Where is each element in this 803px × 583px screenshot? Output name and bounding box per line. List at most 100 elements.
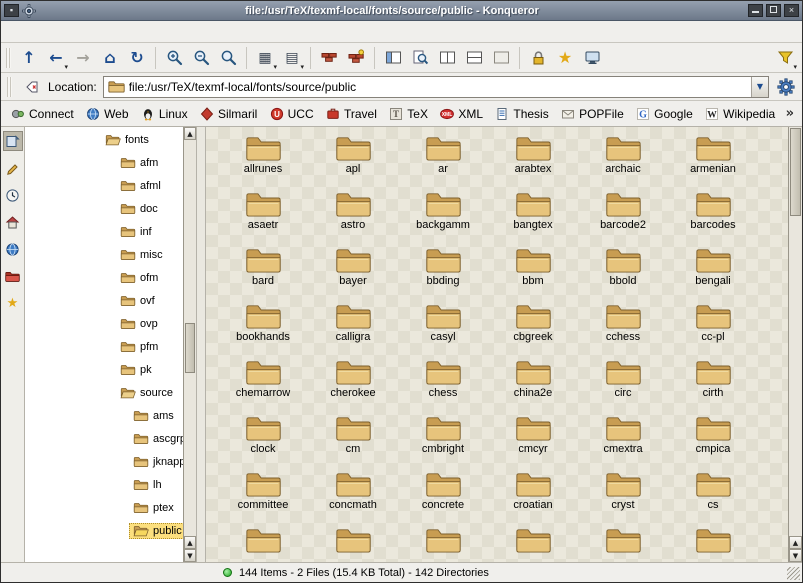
icon-view-area[interactable]: allrunes apl ar arabtex archaic [206, 127, 788, 562]
folder-item[interactable]: bard [218, 246, 308, 302]
scroll-down-button[interactable]: ▼ [789, 549, 802, 562]
scroll-up-button[interactable]: ▲ [184, 127, 196, 140]
clear-location-button[interactable] [22, 74, 42, 100]
folder-item[interactable]: cryst [578, 470, 668, 526]
tree-item[interactable]: source [25, 381, 183, 404]
sidebar-button-network[interactable] [3, 239, 23, 259]
tree-item[interactable]: ams [25, 404, 183, 427]
scroll-down-button[interactable]: ▼ [184, 549, 196, 562]
tree-item[interactable]: misc [25, 243, 183, 266]
menu-item[interactable] [137, 30, 153, 34]
bookmark-connect[interactable]: Connect [9, 105, 76, 123]
folder-item[interactable]: bbm [488, 246, 578, 302]
folder-item[interactable]: cc-pl [668, 302, 758, 358]
tree-scrollbar[interactable]: ▲ ▲ ▼ [183, 127, 196, 562]
tree-item[interactable]: pk [25, 358, 183, 381]
folder-item[interactable]: casyl [398, 302, 488, 358]
find-file-button[interactable] [407, 45, 433, 71]
folder-item[interactable]: arabtex [488, 134, 578, 190]
bookmark-travel[interactable]: Travel [324, 105, 379, 123]
bookmarks-overflow-button[interactable]: » [786, 106, 794, 121]
folder-item[interactable]: cs [668, 470, 758, 526]
tree-item[interactable]: public [25, 519, 183, 542]
location-input[interactable] [129, 80, 747, 94]
scrollbar-thumb[interactable] [790, 128, 801, 216]
bookmark-linux[interactable]: Linux [139, 105, 190, 123]
split-view-top-bottom-button[interactable] [461, 45, 487, 71]
forward-button[interactable]: → [70, 45, 96, 71]
menu-item[interactable] [25, 30, 41, 34]
bookmark-web[interactable]: Web [84, 105, 130, 123]
tree-item[interactable]: afml [25, 174, 183, 197]
bookmark-star-button[interactable]: ★ [552, 45, 578, 71]
folder-item[interactable] [308, 526, 398, 562]
up-button[interactable]: ↑ [16, 45, 42, 71]
terminal-button[interactable] [579, 45, 605, 71]
bricks-new-button[interactable] [343, 45, 369, 71]
folder-item[interactable]: chemarrow [218, 358, 308, 414]
folder-item[interactable] [398, 526, 488, 562]
maximize-button[interactable] [766, 4, 781, 17]
folder-item[interactable]: cmcyr [488, 414, 578, 470]
folder-item[interactable] [218, 526, 308, 562]
tree-item[interactable]: ascgrp [25, 427, 183, 450]
toolbar-handle[interactable] [6, 48, 11, 68]
tree-item[interactable]: ovf [25, 289, 183, 312]
menu-item[interactable] [73, 30, 89, 34]
folder-item[interactable] [668, 526, 758, 562]
folder-item[interactable]: astro [308, 190, 398, 246]
bookmark-popfile[interactable]: POPFile [559, 105, 626, 123]
reload-button[interactable]: ↻ [124, 45, 150, 71]
bricks-button[interactable] [316, 45, 342, 71]
tree-item[interactable]: fonts [25, 128, 183, 151]
sidebar-button-home[interactable] [3, 212, 23, 232]
tree-item[interactable]: ofm [25, 266, 183, 289]
folder-item[interactable]: cmpica [668, 414, 758, 470]
folder-item[interactable] [488, 526, 578, 562]
sidebar-button-root-folder[interactable] [3, 266, 23, 286]
scrollbar-thumb[interactable] [185, 323, 195, 373]
minimize-button[interactable] [748, 4, 763, 17]
scroll-up-button[interactable]: ▲ [789, 536, 802, 549]
home-button[interactable]: ⌂ [97, 45, 123, 71]
toolbar-handle[interactable] [7, 77, 12, 97]
sidebar-button-edit[interactable] [3, 158, 23, 178]
split-view-left-right-button[interactable] [434, 45, 460, 71]
tree-item[interactable]: lh [25, 473, 183, 496]
bookmark-tex[interactable]: TTeX [387, 105, 430, 123]
tree-item[interactable]: inf [25, 220, 183, 243]
tree-item[interactable]: pfm [25, 335, 183, 358]
bookmark-wikipedia[interactable]: WWikipedia [703, 105, 777, 123]
folder-item[interactable]: backgamm [398, 190, 488, 246]
tree-item[interactable]: jknappen [25, 450, 183, 473]
folder-item[interactable]: barcode2 [578, 190, 668, 246]
folder-item[interactable]: asaetr [218, 190, 308, 246]
close-button[interactable]: × [784, 4, 799, 17]
sidebar-button-tabs[interactable] [3, 131, 23, 151]
back-button[interactable]: ←▾ [43, 45, 69, 71]
menu-item[interactable] [105, 30, 121, 34]
menu-item[interactable] [57, 30, 73, 34]
bookmark-ucc[interactable]: UUCC [268, 105, 316, 123]
filter-button[interactable]: ▾ [772, 45, 798, 71]
lock-button[interactable] [525, 45, 551, 71]
folder-item[interactable]: bbding [398, 246, 488, 302]
folder-item[interactable]: cmextra [578, 414, 668, 470]
folder-item[interactable]: china2e [488, 358, 578, 414]
folder-item[interactable]: cherokee [308, 358, 398, 414]
scroll-up-button[interactable]: ▲ [184, 536, 196, 549]
menu-item[interactable] [121, 30, 137, 34]
show-navigation-panel-button[interactable] [380, 45, 406, 71]
folder-item[interactable]: cchess [578, 302, 668, 358]
sidebar-button-history[interactable] [3, 185, 23, 205]
folder-item[interactable]: concrete [398, 470, 488, 526]
folder-item[interactable]: bayer [308, 246, 398, 302]
tree-item[interactable]: ovp [25, 312, 183, 335]
folder-item[interactable]: bengali [668, 246, 758, 302]
window-menu-button[interactable]: ▪ [4, 4, 19, 17]
icon-view-button[interactable]: ▦▾ [252, 45, 278, 71]
tree-item[interactable]: afm [25, 151, 183, 174]
folder-item[interactable]: calligra [308, 302, 398, 358]
location-combobox[interactable]: ▼ [103, 76, 769, 98]
folder-item[interactable]: cm [308, 414, 398, 470]
